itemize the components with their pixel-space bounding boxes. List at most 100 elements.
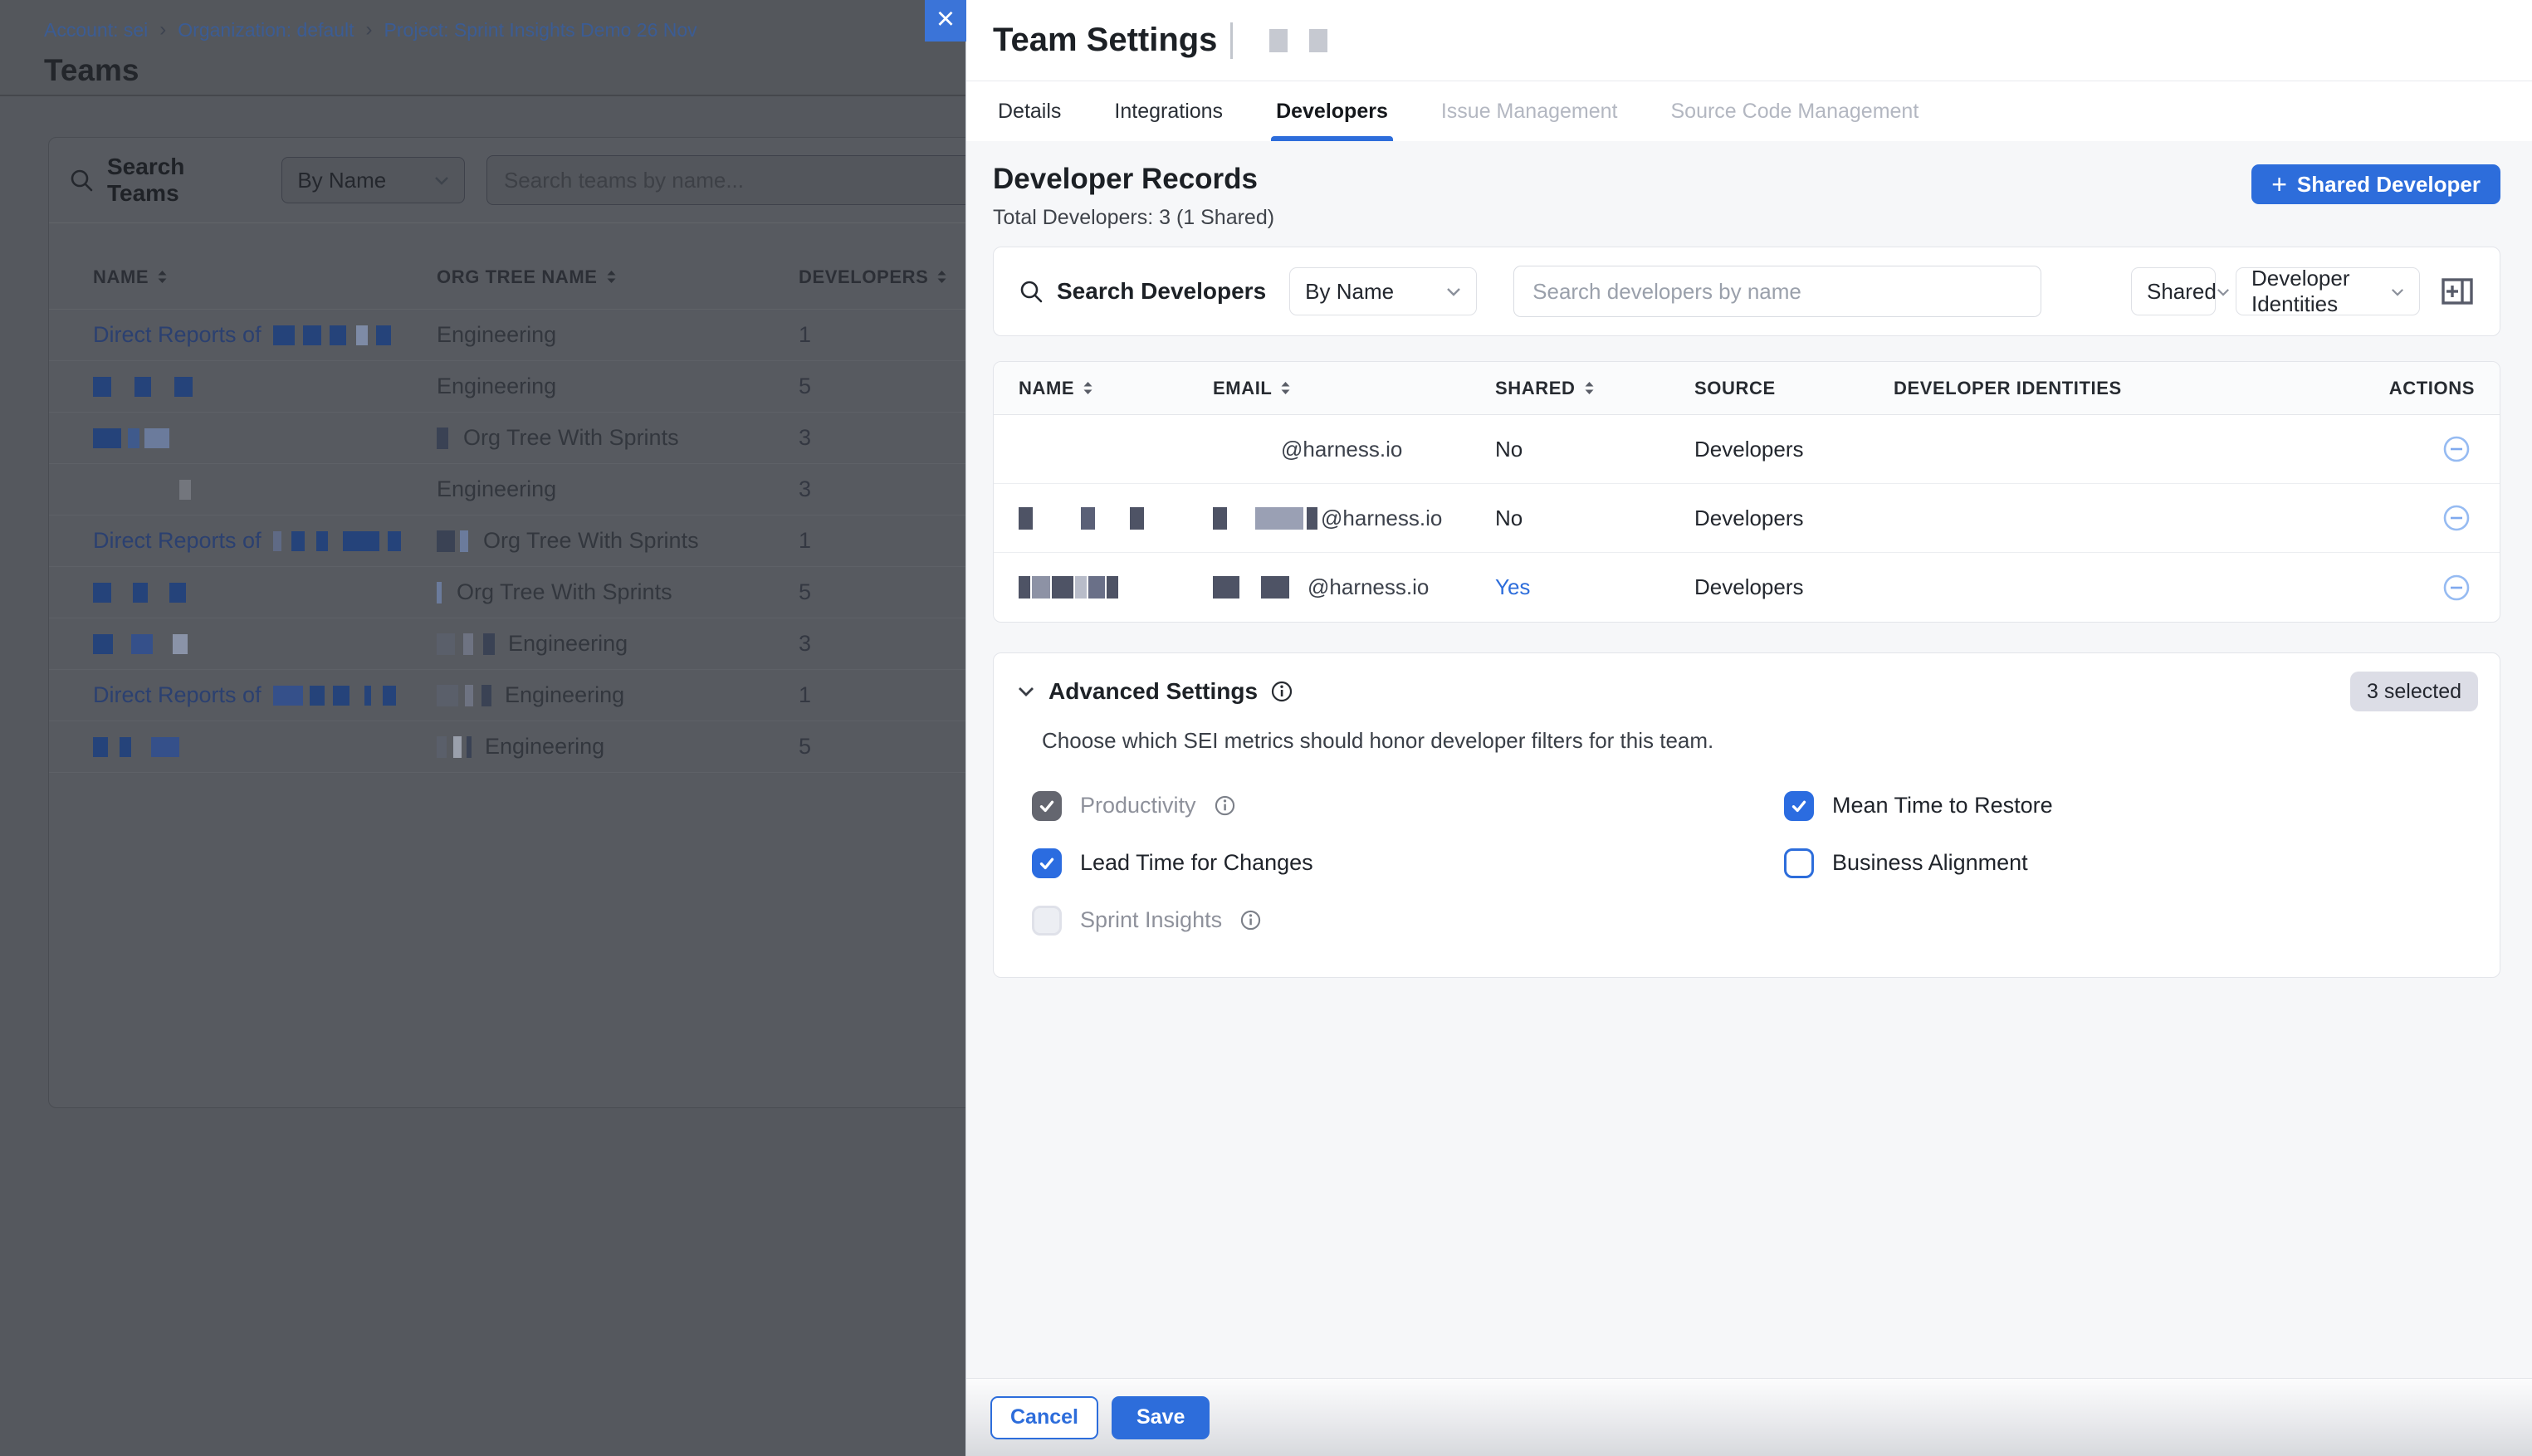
tab-source-code-management: Source Code Management (1665, 81, 1923, 141)
sort-icon (1083, 381, 1093, 395)
search-icon (69, 168, 94, 193)
breadcrumb-organization[interactable]: Organization: default (178, 19, 354, 42)
team-name-cell (93, 480, 437, 500)
teams-column-header-org-tree-name[interactable]: ORG TREE NAME (437, 266, 799, 288)
developer-identities-filter-select[interactable]: Developer Identities (2236, 267, 2420, 315)
advanced-settings-card: Advanced Settings 3 selected Choose whic… (993, 652, 2500, 978)
team-name-cell (93, 634, 437, 654)
shared-filter-select[interactable]: Shared (2131, 267, 2216, 315)
developer-records-title: Developer Records (993, 163, 1274, 196)
metric-sprint-insights: Sprint Insights (1032, 892, 1784, 949)
developers-search-input[interactable] (1513, 266, 2041, 317)
team-name-cell (93, 583, 437, 603)
cancel-button[interactable]: Cancel (990, 1396, 1098, 1439)
advanced-settings-title: Advanced Settings (1048, 678, 1258, 705)
chevron-down-icon (2217, 287, 2230, 296)
team-link[interactable]: Direct Reports of (93, 528, 262, 554)
developers-by-name-select[interactable]: By Name (1289, 267, 1477, 315)
table-row: Direct Reports ofEngineering1 (49, 670, 965, 721)
sort-icon (157, 270, 168, 284)
remove-developer-icon[interactable] (2438, 500, 2475, 536)
team-link[interactable]: Direct Reports of (93, 322, 262, 348)
teams-column-header-developers[interactable]: DEVELOPERS (799, 266, 965, 288)
drawer-titlebar: Team Settings (966, 0, 2532, 81)
developers-column-header-name[interactable]: NAME (1019, 378, 1213, 399)
table-row: Direct Reports ofEngineering1 (49, 310, 965, 361)
teams-card: Search Teams By Name NAMEORG TREE NAMEDE… (48, 137, 965, 1108)
metric-label: Productivity (1080, 793, 1196, 818)
redacted-text (93, 583, 186, 603)
table-row: Engineering5 (49, 361, 965, 413)
drawer-title: Team Settings (993, 22, 1217, 59)
teams-page-header: Account: sei › Organization: default › P… (0, 0, 965, 96)
redacted-text (437, 633, 501, 655)
teams-column-header-name[interactable]: NAME (93, 266, 437, 288)
close-icon[interactable]: × (925, 0, 966, 42)
tab-details[interactable]: Details (993, 81, 1066, 141)
team-name-cell: Direct Reports of (93, 528, 437, 554)
org-tree-cell: Engineering (437, 322, 799, 348)
remove-developer-icon[interactable] (2438, 569, 2475, 606)
team-name-cell (93, 737, 437, 757)
developer-filters-card: Search Developers By Name Shared (993, 247, 2500, 336)
developer-email-cell: @harness.io (1213, 574, 1495, 600)
metric-mean-time-to-restore: Mean Time to Restore (1784, 777, 2500, 834)
org-tree-cell: Engineering (437, 374, 799, 399)
remove-developer-icon[interactable] (2438, 431, 2475, 467)
developers-column-header-shared[interactable]: SHARED (1495, 378, 1694, 399)
redacted-text (273, 686, 396, 706)
redacted-text (1019, 576, 1118, 599)
developer-count-cell: 5 (799, 374, 965, 399)
shared-developer-button[interactable]: + Shared Developer (2251, 164, 2500, 204)
team-link[interactable]: Direct Reports of (93, 682, 262, 708)
shared-cell[interactable]: Yes (1495, 574, 1694, 600)
breadcrumb-separator-icon: › (159, 18, 166, 42)
source-cell: Developers (1694, 437, 1894, 462)
tab-integrations[interactable]: Integrations (1109, 81, 1228, 141)
search-developers-label: Search Developers (1019, 278, 1266, 305)
developer-count-cell: 1 (799, 528, 965, 554)
developer-row: @harness.ioNoDevelopers (994, 415, 2500, 484)
teams-search-label: Search Teams (69, 154, 258, 207)
redacted-text (1019, 507, 1144, 530)
advanced-settings-header[interactable]: Advanced Settings (994, 653, 2500, 705)
checkbox-business-alignment[interactable] (1784, 848, 1814, 878)
chevron-down-icon (2391, 287, 2404, 296)
developer-records-header: Developer Records Total Developers: 3 (1… (993, 163, 2500, 230)
developer-email-cell: @harness.io (1213, 506, 1495, 531)
teams-by-name-select[interactable]: By Name (281, 157, 465, 203)
add-column-icon[interactable] (2440, 274, 2475, 309)
save-button[interactable]: Save (1112, 1396, 1210, 1439)
sort-icon (606, 270, 617, 284)
table-row: Engineering3 (49, 464, 965, 515)
chevron-down-icon (434, 175, 449, 185)
developer-count-cell: 1 (799, 682, 965, 708)
checkbox-mean-time-to-restore[interactable] (1784, 791, 1814, 821)
breadcrumb-separator-icon: › (366, 18, 373, 42)
breadcrumb-project[interactable]: Project: Sprint Insights Demo 26 Nov (384, 19, 697, 42)
developer-count-cell: 3 (799, 476, 965, 502)
teams-page-background: Account: sei › Organization: default › P… (0, 0, 965, 1456)
table-row: Engineering5 (49, 721, 965, 773)
developer-row: @harness.ioNoDevelopers (994, 484, 2500, 553)
sort-icon (936, 270, 947, 284)
developers-column-header-email[interactable]: EMAIL (1213, 378, 1495, 399)
developer-row: @harness.ioYesDevelopers (994, 553, 2500, 622)
checkbox-lead-time-for-changes[interactable] (1032, 848, 1062, 878)
redacted-text (1213, 507, 1317, 530)
tab-developers[interactable]: Developers (1271, 81, 1393, 141)
info-icon (1215, 795, 1235, 816)
redacted-text (93, 737, 179, 757)
team-name-cell: Direct Reports of (93, 682, 437, 708)
teams-search-input[interactable] (486, 155, 965, 205)
team-name-cell (93, 428, 437, 448)
breadcrumb-account[interactable]: Account: sei (44, 19, 148, 42)
metric-label: Sprint Insights (1080, 907, 1222, 933)
redacted-text (93, 634, 188, 654)
org-tree-cell: Engineering (437, 734, 799, 760)
metric-label: Mean Time to Restore (1832, 793, 2053, 818)
title-separator (1230, 22, 1233, 59)
shared-cell: No (1495, 437, 1694, 462)
page-title: Teams (44, 53, 965, 88)
redacted-text (437, 685, 498, 706)
